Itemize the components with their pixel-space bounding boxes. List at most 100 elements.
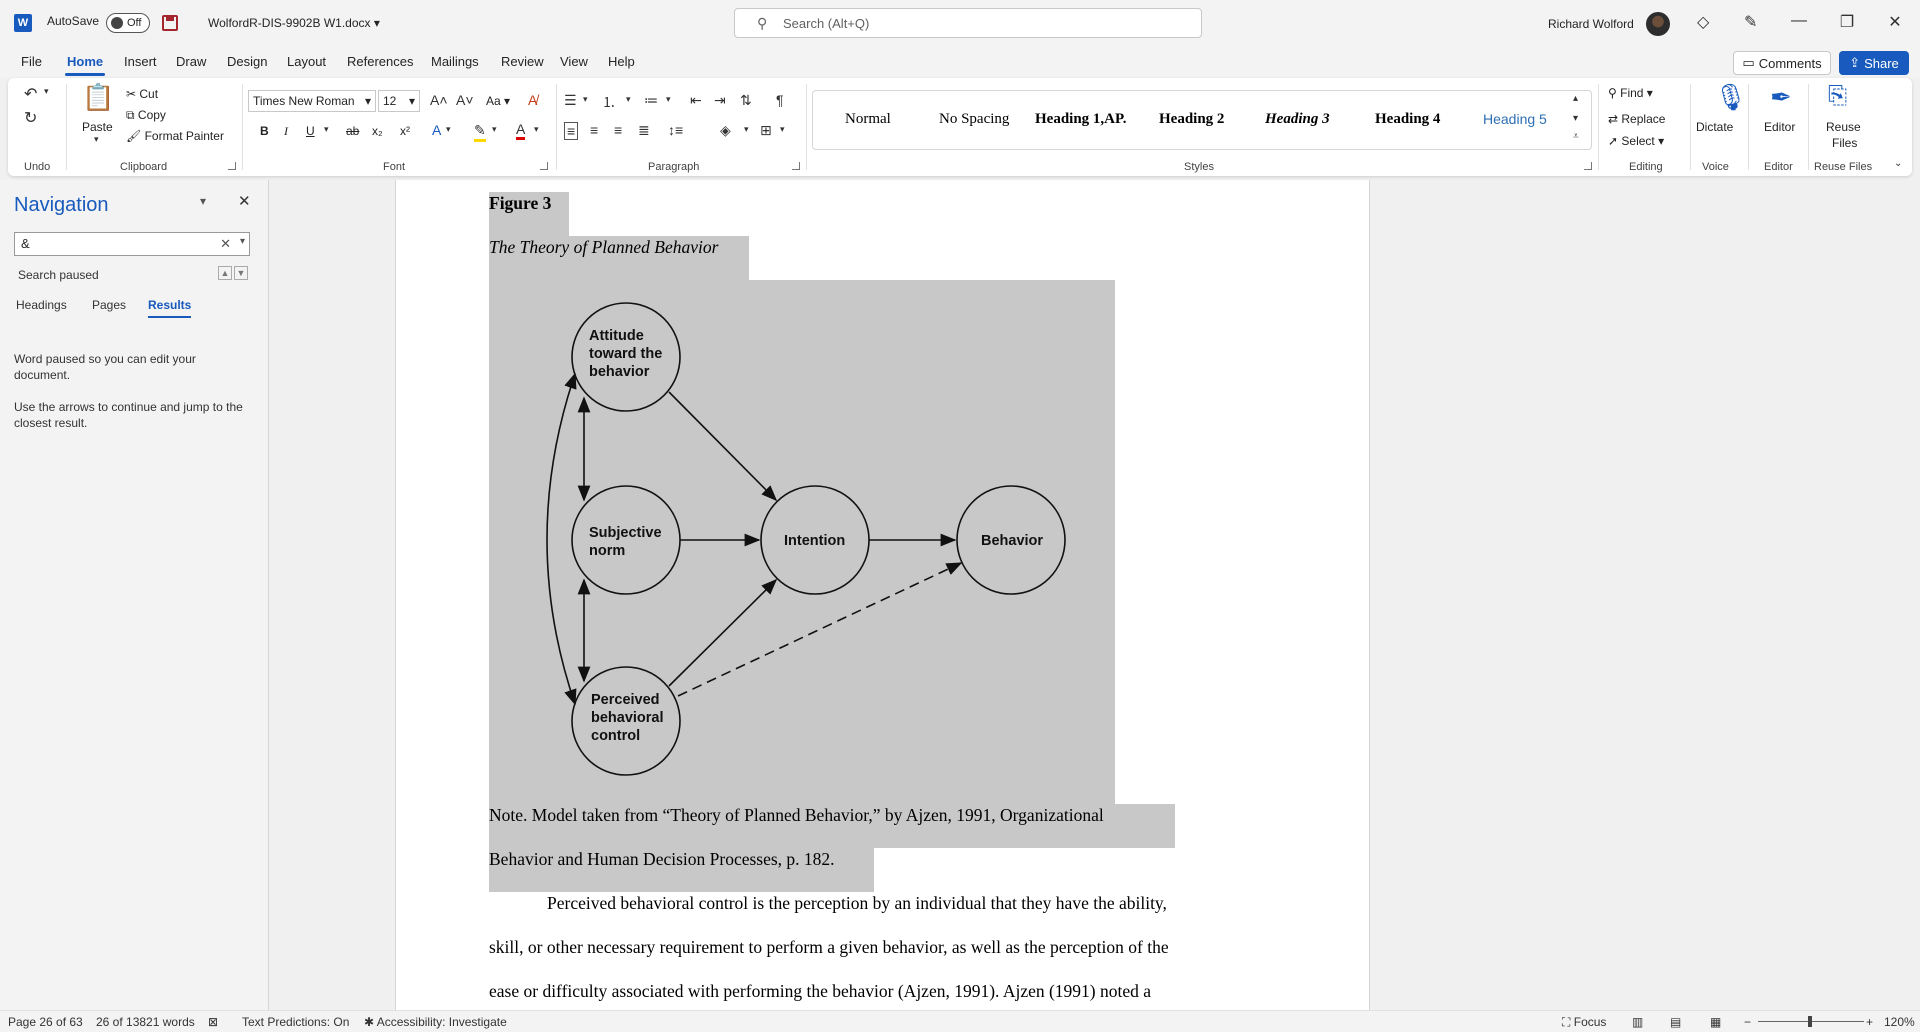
tab-file[interactable]: File: [21, 54, 42, 69]
styles-scroll-up-icon[interactable]: ▴: [1573, 93, 1578, 104]
previous-result-icon[interactable]: ▲: [218, 266, 232, 280]
strikethrough-button[interactable]: ab: [346, 124, 359, 138]
restore-icon[interactable]: ❐: [1837, 12, 1857, 32]
grow-font-icon[interactable]: A˄: [430, 92, 448, 108]
search-input[interactable]: ⚲ Search (Alt+Q): [734, 8, 1202, 38]
tab-pages[interactable]: Pages: [92, 298, 126, 312]
select-button[interactable]: ➚ Select ▾: [1608, 134, 1664, 148]
collapse-ribbon-icon[interactable]: ⌄: [1894, 158, 1902, 169]
bullets-icon[interactable]: ☰: [564, 92, 577, 109]
chevron-down-icon[interactable]: ▾: [200, 194, 206, 208]
decrease-indent-icon[interactable]: ⇤: [690, 92, 702, 109]
close-icon[interactable]: ✕: [238, 192, 251, 210]
minimize-icon[interactable]: —: [1789, 12, 1809, 30]
chevron-down-icon[interactable]: ▾: [44, 86, 49, 97]
tab-help[interactable]: Help: [608, 54, 635, 69]
microphone-icon[interactable]: 🎙: [1714, 82, 1747, 113]
tab-home[interactable]: Home: [64, 54, 106, 76]
tab-layout[interactable]: Layout: [287, 54, 326, 69]
diamond-icon[interactable]: ◇: [1697, 12, 1709, 32]
zoom-in-icon[interactable]: +: [1866, 1015, 1873, 1029]
font-name-combo[interactable]: Times New Roman ▾: [248, 90, 376, 112]
chevron-down-icon[interactable]: ▾: [324, 124, 329, 135]
print-layout-icon[interactable]: ▤: [1670, 1015, 1681, 1029]
cut-button[interactable]: ✂ Cut: [126, 87, 158, 101]
superscript-button[interactable]: x²: [400, 124, 410, 138]
chevron-down-icon[interactable]: ▾: [534, 124, 539, 135]
underline-button[interactable]: U: [306, 124, 315, 138]
styles-launcher-icon[interactable]: [1584, 162, 1592, 170]
align-left-icon[interactable]: ≡: [564, 122, 579, 140]
tab-references[interactable]: References: [347, 54, 413, 69]
tab-draw[interactable]: Draw: [176, 54, 206, 69]
accessibility-status[interactable]: ✱ Accessibility: Investigate: [364, 1015, 507, 1029]
redo-icon[interactable]: ↻: [24, 108, 37, 128]
pilcrow-icon[interactable]: ¶: [776, 92, 784, 108]
document-canvas[interactable]: Attitude toward the behavior Subjective …: [270, 180, 1920, 1010]
subscript-button[interactable]: x₂: [372, 124, 383, 138]
clipboard-launcher-icon[interactable]: [228, 162, 236, 170]
paste-button[interactable]: Paste: [82, 120, 113, 134]
shading-icon[interactable]: ◈: [720, 122, 731, 139]
chevron-down-icon[interactable]: ▾: [583, 94, 588, 105]
autosave-toggle[interactable]: Off: [106, 13, 150, 33]
share-button[interactable]: ⇪ Share: [1839, 51, 1909, 75]
style-normal[interactable]: Normal: [845, 111, 891, 128]
user-name[interactable]: Richard Wolford: [1548, 17, 1634, 31]
find-button[interactable]: ⚲ Find ▾: [1608, 86, 1653, 100]
tab-view[interactable]: View: [560, 54, 588, 69]
text-predictions[interactable]: Text Predictions: On: [242, 1015, 349, 1029]
borders-icon[interactable]: ⊞: [760, 122, 772, 139]
italic-button[interactable]: I: [284, 124, 288, 139]
editor-pen-icon[interactable]: ✒: [1770, 82, 1792, 113]
comments-button[interactable]: ▭ Comments: [1733, 51, 1831, 75]
style-heading-3[interactable]: Heading 3: [1265, 111, 1330, 128]
dictate-button[interactable]: Dictate: [1696, 120, 1733, 134]
numbering-icon[interactable]: ⒈: [602, 92, 616, 112]
navigation-search-input[interactable]: & ✕ ▾: [14, 232, 250, 256]
copy-button[interactable]: ⧉ Copy: [126, 108, 166, 123]
chevron-down-icon[interactable]: ▾: [446, 124, 451, 135]
focus-button[interactable]: ⛶ Focus: [1562, 1015, 1606, 1030]
multilevel-list-icon[interactable]: ≔: [644, 92, 658, 109]
align-right-icon[interactable]: ≡: [614, 122, 622, 138]
pen-icon[interactable]: ✎: [1744, 12, 1757, 32]
style-heading-4[interactable]: Heading 4: [1375, 111, 1440, 128]
document-name[interactable]: WolfordR-DIS-9902B W1.docx ▾: [208, 16, 380, 30]
text-effects-icon[interactable]: A: [432, 122, 441, 138]
chevron-down-icon[interactable]: ▾: [240, 236, 245, 247]
font-color-icon[interactable]: A: [516, 121, 526, 140]
editor-button[interactable]: Editor: [1764, 120, 1795, 134]
document-page[interactable]: Attitude toward the behavior Subjective …: [395, 180, 1370, 1010]
tab-review[interactable]: Review: [501, 54, 544, 69]
save-icon[interactable]: [162, 15, 178, 31]
styles-scroll-down-icon[interactable]: ▾: [1573, 113, 1578, 124]
close-icon[interactable]: ✕: [1885, 12, 1905, 32]
replace-button[interactable]: ⇄ Replace: [1608, 112, 1665, 126]
shrink-font-icon[interactable]: A˅: [456, 92, 474, 108]
styles-more-icon[interactable]: ⩡: [1573, 131, 1579, 142]
read-mode-icon[interactable]: ▥: [1632, 1015, 1643, 1029]
format-painter-button[interactable]: 🖌 Format Painter: [126, 129, 224, 143]
change-case-button[interactable]: Aa ▾: [486, 94, 510, 108]
tab-design[interactable]: Design: [227, 54, 267, 69]
font-launcher-icon[interactable]: [540, 162, 548, 170]
proofing-icon[interactable]: ⊠: [208, 1015, 218, 1029]
tab-results[interactable]: Results: [148, 298, 192, 318]
increase-indent-icon[interactable]: ⇥: [714, 92, 726, 109]
sort-icon[interactable]: ⇅: [740, 92, 752, 109]
zoom-level[interactable]: 120%: [1884, 1015, 1915, 1029]
zoom-out-icon[interactable]: −: [1744, 1015, 1751, 1029]
zoom-slider-thumb[interactable]: [1808, 1016, 1812, 1027]
tab-insert[interactable]: Insert: [124, 54, 157, 69]
avatar[interactable]: [1646, 12, 1670, 36]
bold-button[interactable]: B: [260, 124, 269, 138]
chevron-down-icon[interactable]: ▾: [666, 94, 671, 105]
align-center-icon[interactable]: ≡: [590, 122, 598, 138]
web-layout-icon[interactable]: ▦: [1710, 1015, 1721, 1029]
chevron-down-icon[interactable]: ▾: [744, 124, 749, 135]
style-heading-5[interactable]: Heading 5: [1483, 111, 1547, 127]
word-count[interactable]: 26 of 13821 words: [96, 1015, 195, 1029]
tab-headings[interactable]: Headings: [16, 298, 67, 312]
chevron-down-icon[interactable]: ▾: [626, 94, 631, 105]
